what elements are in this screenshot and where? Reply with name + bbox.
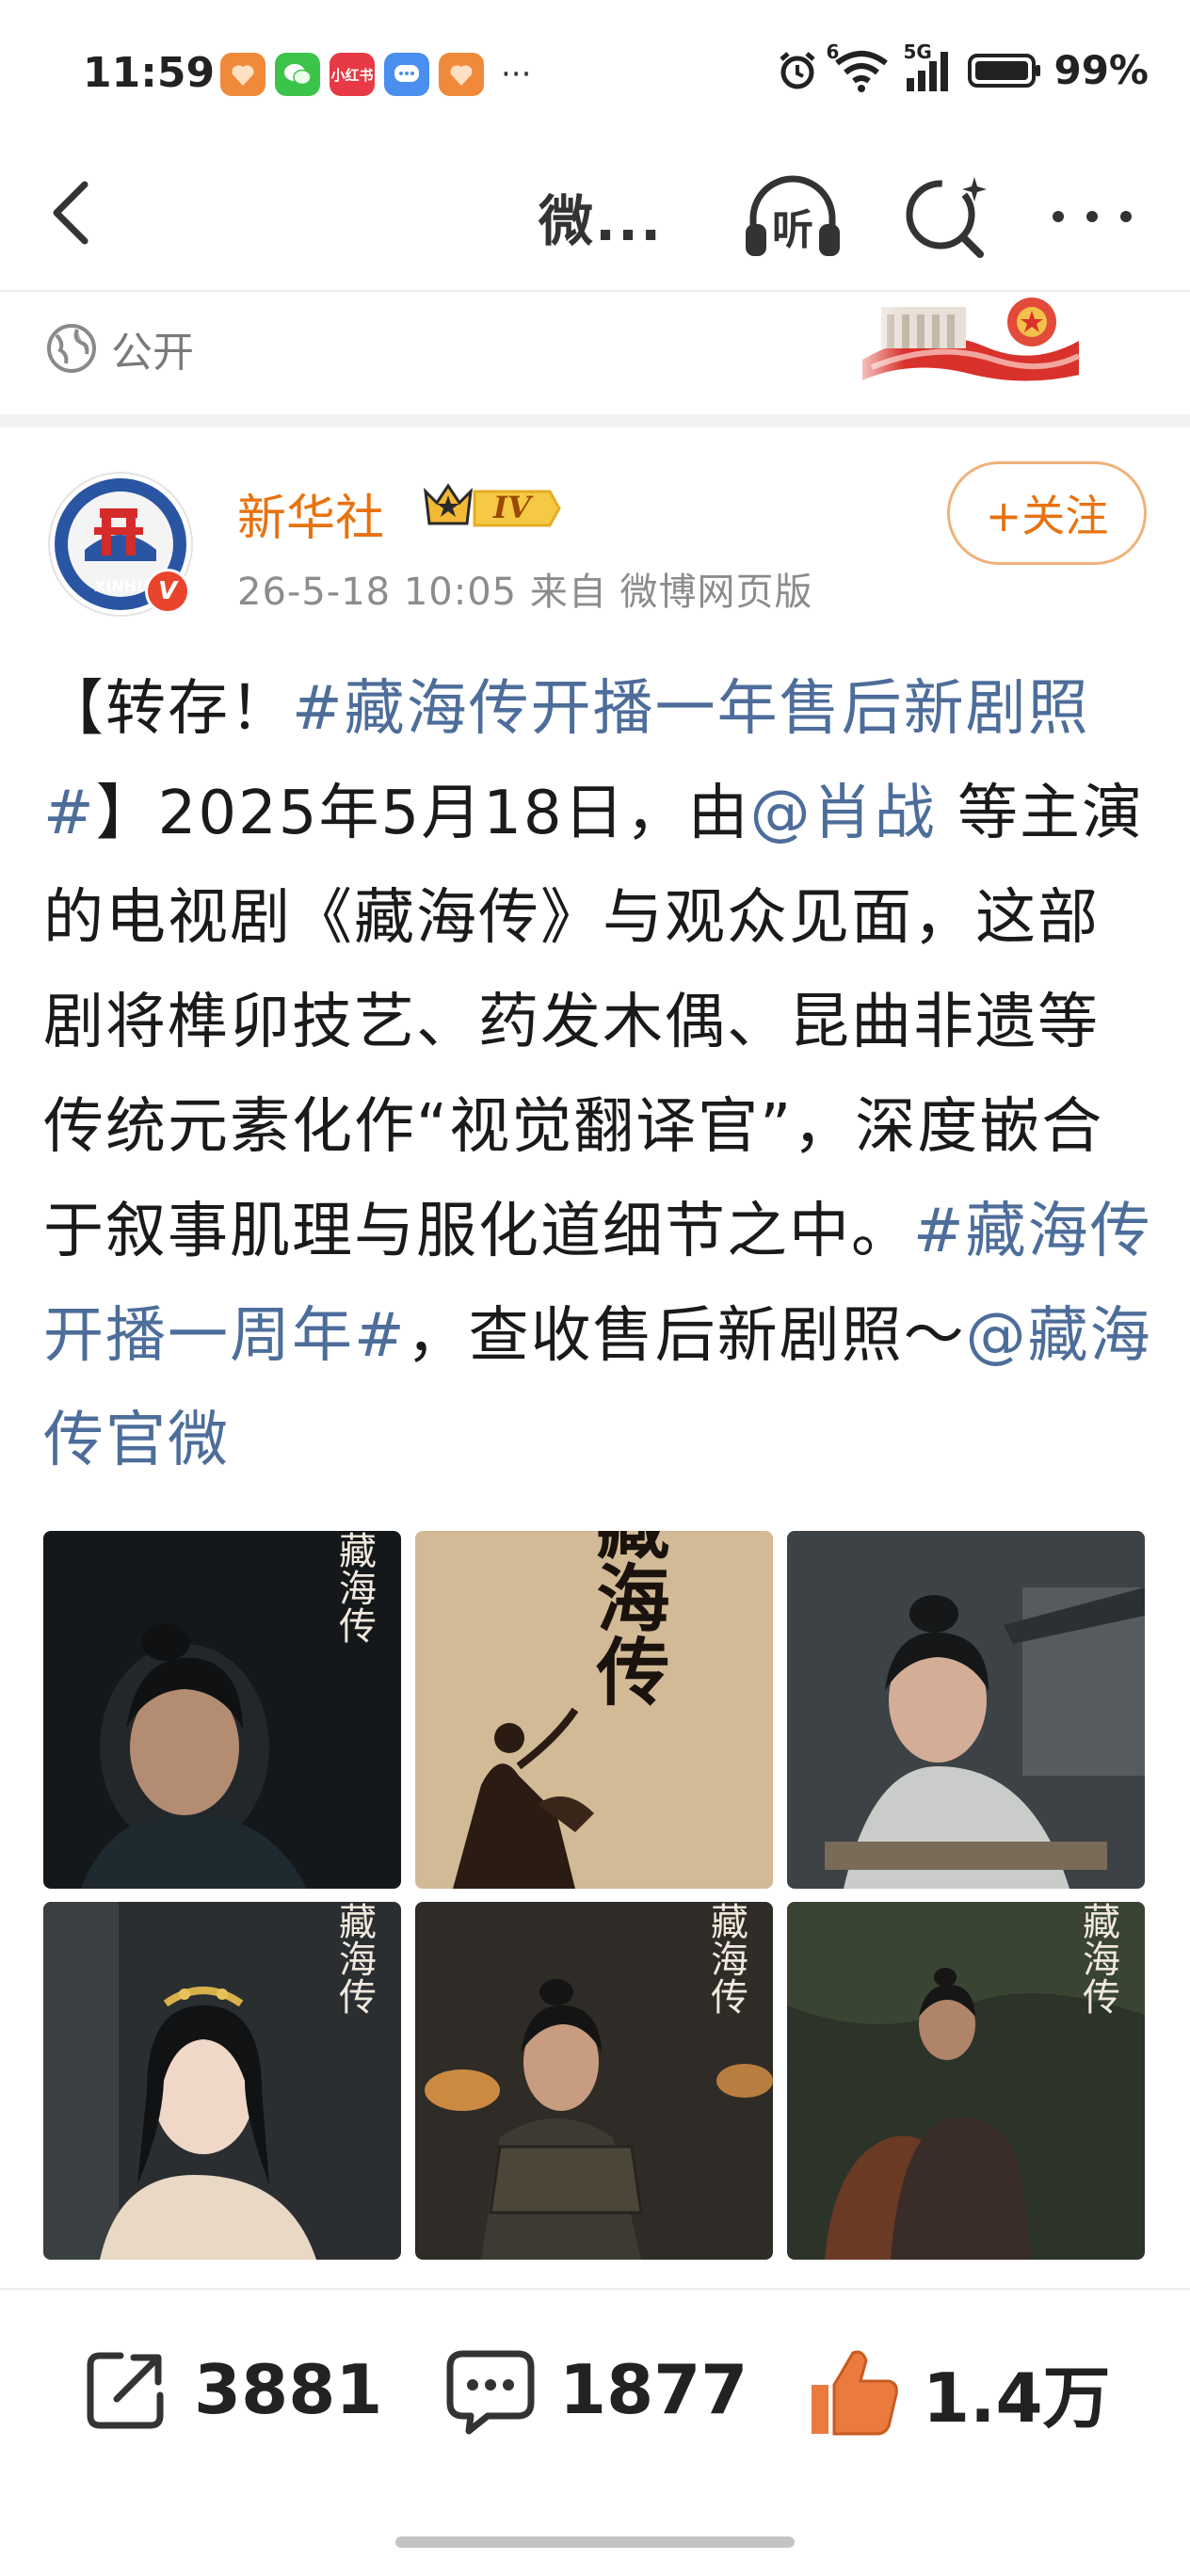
- image-title-text: 藏海传: [585, 1531, 671, 1707]
- status-more-indicator: ···: [501, 56, 532, 93]
- post-text-segment: 【转存！: [43, 674, 292, 744]
- home-indicator[interactable]: [395, 2536, 795, 2548]
- comment-count: 1877: [559, 2350, 748, 2429]
- thumbs-up-icon: [812, 2350, 898, 2435]
- post-body: 【转存！#藏海传开播一年售后新剧照#】2025年5月18日，由@肖战 等主演的电…: [43, 657, 1154, 1493]
- visibility-row: 公开: [45, 318, 194, 378]
- battery-icon: [968, 53, 1041, 88]
- listen-button[interactable]: 听: [740, 169, 845, 264]
- battery-percent: 99%: [1053, 47, 1149, 93]
- member-level-label: IV: [493, 490, 531, 525]
- more-dot-icon: [1086, 211, 1098, 222]
- post-image[interactable]: 藏海传: [787, 1902, 1145, 2260]
- follow-button[interactable]: +关注: [947, 461, 1147, 565]
- verified-badge-label: V: [157, 577, 178, 605]
- back-button[interactable]: [41, 177, 107, 249]
- nav-divider: [0, 290, 1190, 292]
- wechat-icon: [275, 53, 320, 96]
- post-image[interactable]: 藏海传: [415, 1902, 773, 2260]
- chat-bubble-app-icon: [384, 53, 429, 96]
- like-count: 1.4万: [923, 2359, 1111, 2438]
- share-icon: [87, 2352, 164, 2429]
- author-name[interactable]: 新华社: [237, 478, 384, 549]
- repost-count: 3881: [194, 2350, 383, 2429]
- like-button[interactable]: 1.4万: [804, 2343, 1111, 2441]
- more-dot-icon: [1053, 211, 1064, 222]
- page-title: 微...: [539, 189, 664, 253]
- avatar[interactable]: XINHUA V: [47, 471, 194, 618]
- search-icon: [906, 177, 987, 258]
- image-title-text: 藏海传: [1076, 1902, 1120, 2015]
- status-system-icons: 6 5G 99%: [775, 40, 1149, 93]
- post-text-segment: ，查收售后新剧照～: [406, 1301, 966, 1371]
- image-title-text: 藏海传: [704, 1902, 748, 2015]
- nav-bar: 微... 听: [0, 141, 1190, 282]
- post-text-segment: 等主演的电视剧《藏海传》与观众见面，这部剧将榫卯技艺、药发木偶、昆曲非遗等传统元…: [43, 779, 1144, 1266]
- status-time: 11:59: [83, 49, 216, 97]
- globe-icon: [47, 324, 96, 373]
- repost-button[interactable]: 3881: [79, 2343, 382, 2437]
- post-image[interactable]: 藏海传: [43, 1902, 401, 2260]
- post-image[interactable]: 藏海传: [415, 1531, 773, 1889]
- xiaohongshu-icon: 小红书: [330, 53, 375, 96]
- back-arrow-icon: [53, 181, 88, 245]
- member-level-badge[interactable]: IV: [418, 480, 561, 537]
- alarm-icon: [780, 51, 816, 89]
- post-meta: 26-5-18 10:05 来自 微博网页版: [237, 571, 813, 614]
- network-type-label: 5G: [903, 40, 932, 63]
- follow-label: +关注: [985, 491, 1109, 541]
- more-options-button[interactable]: [1045, 179, 1139, 254]
- verified-badge: V: [145, 569, 190, 614]
- listen-label: 听: [772, 206, 813, 254]
- action-bar: 3881 1877 1.4万: [0, 2294, 1190, 2501]
- action-divider: [0, 2288, 1190, 2290]
- comment-button[interactable]: 1877: [442, 2343, 748, 2437]
- more-dot-icon: [1120, 211, 1132, 222]
- status-bar: 11:59 小红书 ··· 6 5G 99%: [0, 0, 1190, 141]
- post-image[interactable]: 藏海传: [43, 1531, 401, 1889]
- status-notification-icons: 小红书 ···: [220, 53, 531, 96]
- image-title-text: 藏海传: [332, 1531, 377, 1644]
- image-title-text: 藏海传: [332, 1902, 377, 2015]
- search-button[interactable]: [899, 169, 993, 264]
- wifi-icon: 6: [826, 40, 892, 93]
- mention-link[interactable]: @肖战: [750, 779, 937, 848]
- visibility-label: 公开: [111, 329, 194, 377]
- post-text-segment: 】2025年5月18日，由: [95, 779, 750, 848]
- section-separator: [0, 414, 1190, 427]
- heart-app-icon: [220, 53, 265, 96]
- comment-icon: [446, 2350, 535, 2435]
- image-grid: 藏海传 藏海传 藏海传 藏海传 藏海传: [43, 1531, 1145, 2260]
- wifi-generation-label: 6: [826, 40, 840, 63]
- decorative-banner-image: [844, 294, 1088, 388]
- xiaohongshu-label: 小红书: [330, 66, 374, 84]
- heart-app-icon: [439, 53, 484, 96]
- signal-icon: 5G: [903, 40, 956, 93]
- post-image[interactable]: [787, 1531, 1145, 1889]
